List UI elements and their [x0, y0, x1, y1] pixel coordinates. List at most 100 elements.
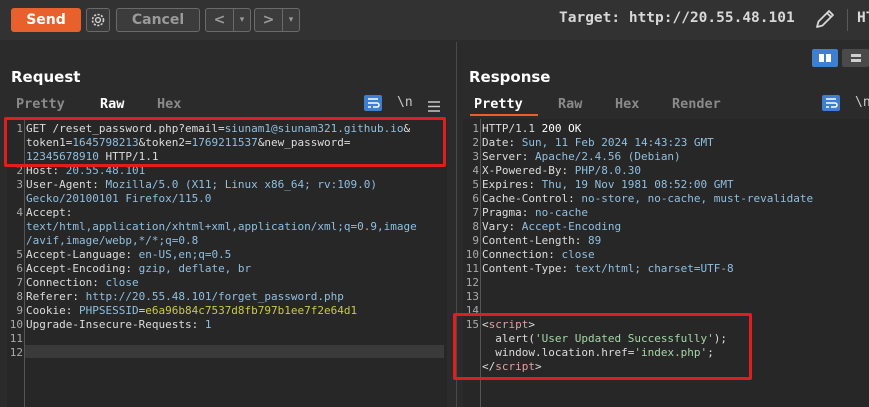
code-token: gzip, deflate, br — [138, 262, 252, 275]
target-protocol-truncated: HT — [857, 10, 869, 26]
active-tab-underline — [470, 114, 538, 116]
code-token: PHPSESSID — [78, 304, 139, 317]
response-tab-pretty[interactable]: Pretty — [474, 96, 523, 112]
current-line-highlight — [25, 345, 444, 358]
code-line: Gecko/20100101 Firefox/115.0 — [26, 192, 211, 206]
code-line: text/html,application/xhtml+xml,applicat… — [26, 220, 417, 234]
line-number: 8 — [472, 220, 479, 233]
code-line: Accept-Encoding: gzip, deflate, br — [26, 262, 251, 276]
line-number: 4 — [472, 164, 479, 177]
response-tab-render[interactable]: Render — [672, 96, 721, 112]
line-number: 4 — [16, 206, 23, 219]
line-number: 1 — [472, 122, 479, 135]
code-token: text/html,application/xhtml+xml,applicat… — [26, 220, 417, 233]
code-line: Content-Type: text/html; charset=UTF-8 — [482, 262, 734, 276]
line-number: 3 — [16, 178, 23, 191]
line-number: 9 — [16, 304, 23, 317]
code-token: HTTP/1.1 — [482, 122, 542, 135]
code-token: en-US,en;q=0.5 — [138, 248, 232, 261]
response-newline-toggle[interactable]: \n — [855, 95, 869, 110]
code-token: Accept: — [26, 206, 73, 219]
code-token: Expires: — [482, 178, 542, 191]
code-token: close — [105, 276, 139, 289]
response-highlight-box — [453, 313, 752, 380]
code-line: HTTP/1.1 200 OK — [482, 122, 581, 136]
code-line: Content-Length: 89 — [482, 234, 601, 248]
code-line: Accept-Language: en-US,en;q=0.5 — [26, 248, 231, 262]
request-tab-pretty[interactable]: Pretty — [16, 96, 65, 112]
forward-button[interactable]: > ▾ — [254, 8, 300, 32]
code-token: Upgrade-Insecure-Requests: — [26, 318, 205, 331]
code-line: /avif,image/webp,*/*;q=0.8 — [26, 234, 198, 248]
line-number: 6 — [16, 262, 23, 275]
code-line: Expires: Thu, 19 Nov 1981 08:52:00 GMT — [482, 178, 734, 192]
request-pane-title: Request — [11, 68, 81, 86]
request-menu-icon[interactable] — [428, 97, 440, 112]
toolbar-divider — [847, 9, 848, 31]
back-history-dropdown-icon[interactable]: ▾ — [233, 9, 250, 31]
code-line: Connection: close — [26, 276, 139, 290]
code-token: Sun, 11 Feb 2024 14:43:23 GMT — [521, 136, 714, 149]
cancel-button[interactable]: Cancel — [116, 8, 200, 32]
code-token: text/html; charset=UTF-8 — [574, 262, 734, 275]
code-token: no-store, no-cache, must-revalidate — [581, 192, 814, 205]
side-by-side-layout-icon[interactable] — [812, 49, 838, 67]
response-tab-raw[interactable]: Raw — [558, 96, 582, 112]
line-number: 2 — [472, 136, 479, 149]
send-button[interactable]: Send — [11, 8, 81, 32]
line-number: 11 — [9, 332, 23, 345]
code-token: Accept-Encoding: — [26, 262, 139, 275]
code-token: PHP/8.0.30 — [574, 164, 641, 177]
forward-history-dropdown-icon[interactable]: ▾ — [282, 9, 299, 31]
chevron-right-icon: > — [262, 12, 275, 28]
code-token: Date: — [482, 136, 522, 149]
code-line: Date: Sun, 11 Feb 2024 14:43:23 GMT — [482, 136, 714, 150]
code-token: Apache/2.4.56 (Debian) — [534, 150, 681, 163]
code-token: Accept-Encoding — [521, 220, 622, 233]
settings-gear-icon[interactable] — [86, 8, 110, 32]
target-label: Target: http://20.55.48.101 — [559, 10, 795, 26]
code-line: User-Agent: Mozilla/5.0 (X11; Linux x86_… — [26, 178, 377, 192]
code-token: Content-Length: — [482, 234, 588, 247]
line-number: 12 — [465, 276, 479, 289]
code-line: Cache-Control: no-store, no-cache, must-… — [482, 192, 813, 206]
line-number: 6 — [472, 192, 479, 205]
request-tab-hex[interactable]: Hex — [157, 96, 181, 112]
request-newline-toggle[interactable]: \n — [397, 95, 413, 110]
code-line: Cookie: PHPSESSID=e6a96b84c7537d8fb797b1… — [26, 304, 357, 318]
stacked-layout-icon[interactable] — [842, 49, 869, 67]
code-token: 89 — [587, 234, 602, 247]
code-token: Connection: — [26, 276, 106, 289]
code-token: close — [561, 248, 595, 261]
line-number: 10 — [9, 318, 23, 331]
line-number: 12 — [9, 346, 23, 359]
line-number: 8 — [16, 290, 23, 303]
code-line: Vary: Accept-Encoding — [482, 220, 621, 234]
pretty-print-icon[interactable] — [364, 95, 382, 111]
response-pretty-print-icon[interactable] — [822, 95, 840, 111]
code-line: Pragma: no-cache — [482, 206, 588, 220]
code-token: Thu, 19 Nov 1981 08:52:00 GMT — [541, 178, 734, 191]
response-pane-title: Response — [469, 68, 551, 86]
line-number: 13 — [465, 290, 479, 303]
code-token: Content-Type: — [482, 262, 575, 275]
code-token: X-Powered-By: — [482, 164, 575, 177]
request-tab-raw[interactable]: Raw — [100, 96, 124, 112]
line-number: 5 — [16, 248, 23, 261]
line-number: 10 — [465, 248, 479, 261]
line-number: 7 — [472, 206, 479, 219]
line-number: 7 — [16, 276, 23, 289]
code-token: http://20.55.48.101/forget_password.php — [85, 290, 344, 303]
line-number: 5 — [472, 178, 479, 191]
code-token: Server: — [482, 150, 535, 163]
code-token: Vary: — [482, 220, 522, 233]
edit-pencil-icon[interactable] — [812, 6, 838, 32]
code-line: Referer: http://20.55.48.101/forget_pass… — [26, 290, 344, 304]
code-token: Mozilla/5.0 (X11; Linux x86_64; rv:109.0… — [105, 178, 378, 191]
code-line: X-Powered-By: PHP/8.0.30 — [482, 164, 641, 178]
line-number: 9 — [472, 234, 479, 247]
code-token: no-cache — [534, 206, 588, 219]
back-button[interactable]: < ▾ — [205, 8, 251, 32]
response-tab-hex[interactable]: Hex — [615, 96, 639, 112]
line-number: 3 — [472, 150, 479, 163]
